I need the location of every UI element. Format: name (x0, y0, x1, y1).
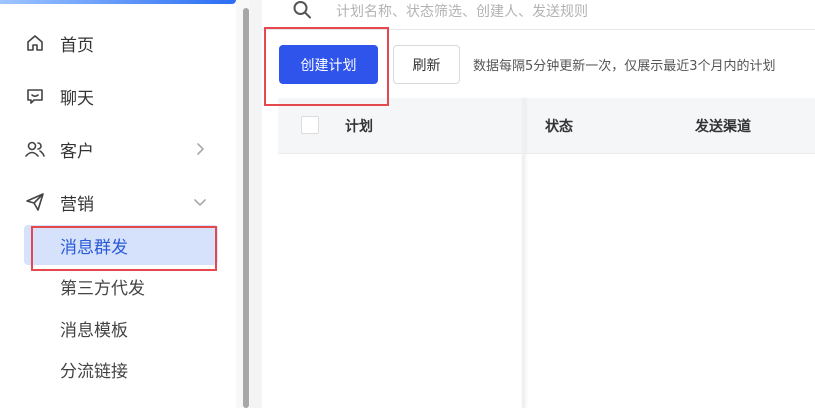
sidebar-subitem-mass-message[interactable]: 消息群发 (24, 225, 218, 265)
sidebar: 首页 聊天 客户 营销 消息群发 第三方代发 消息模板 分流链接 (0, 0, 250, 408)
table-header: 计划 状态 发送渠道 (278, 98, 815, 154)
column-header-status[interactable]: 状态 (545, 116, 573, 136)
sidebar-subitem-label: 第三方代发 (60, 278, 145, 299)
sidebar-scrollbar[interactable] (243, 8, 249, 408)
sidebar-item-chat[interactable]: 聊天 (0, 76, 236, 116)
sidebar-item-label: 首页 (60, 35, 94, 56)
sidebar-item-home[interactable]: 首页 (0, 23, 236, 63)
sidebar-subitem-label: 消息模板 (60, 320, 128, 341)
sidebar-subitem-third-party[interactable]: 第三方代发 (24, 266, 218, 306)
chevron-down-icon (192, 194, 208, 210)
sidebar-item-customers[interactable]: 客户 (0, 129, 236, 169)
sidebar-item-label: 客户 (60, 141, 94, 162)
users-icon (24, 138, 46, 160)
select-all-checkbox[interactable] (301, 116, 319, 134)
refresh-button[interactable]: 刷新 (393, 45, 460, 84)
sidebar-top-accent (0, 0, 236, 4)
column-header-channel[interactable]: 发送渠道 (695, 116, 751, 136)
update-info-text: 数据每隔5分钟更新一次，仅展示最近3个月内的计划 (473, 59, 776, 74)
search-bar (262, 0, 815, 30)
sidebar-item-label: 营销 (60, 194, 94, 215)
home-icon (24, 32, 46, 54)
sidebar-item-label: 聊天 (60, 88, 94, 109)
search-icon (292, 0, 312, 22)
sidebar-subitem-templates[interactable]: 消息模板 (24, 308, 218, 348)
chevron-right-icon (192, 141, 208, 157)
column-divider (522, 98, 525, 408)
main-content: 创建计划 刷新 数据每隔5分钟更新一次，仅展示最近3个月内的计划 计划 状态 发… (262, 0, 815, 408)
column-header-plan[interactable]: 计划 (345, 116, 373, 136)
sidebar-subitem-label: 分流链接 (60, 361, 128, 382)
create-plan-button[interactable]: 创建计划 (279, 45, 378, 84)
search-input[interactable] (336, 0, 796, 24)
sidebar-subitem-label: 消息群发 (60, 237, 128, 258)
send-icon (24, 191, 46, 213)
chat-icon (24, 85, 46, 107)
sidebar-subitem-split-links[interactable]: 分流链接 (24, 349, 218, 389)
sidebar-item-marketing[interactable]: 营销 (0, 182, 236, 222)
